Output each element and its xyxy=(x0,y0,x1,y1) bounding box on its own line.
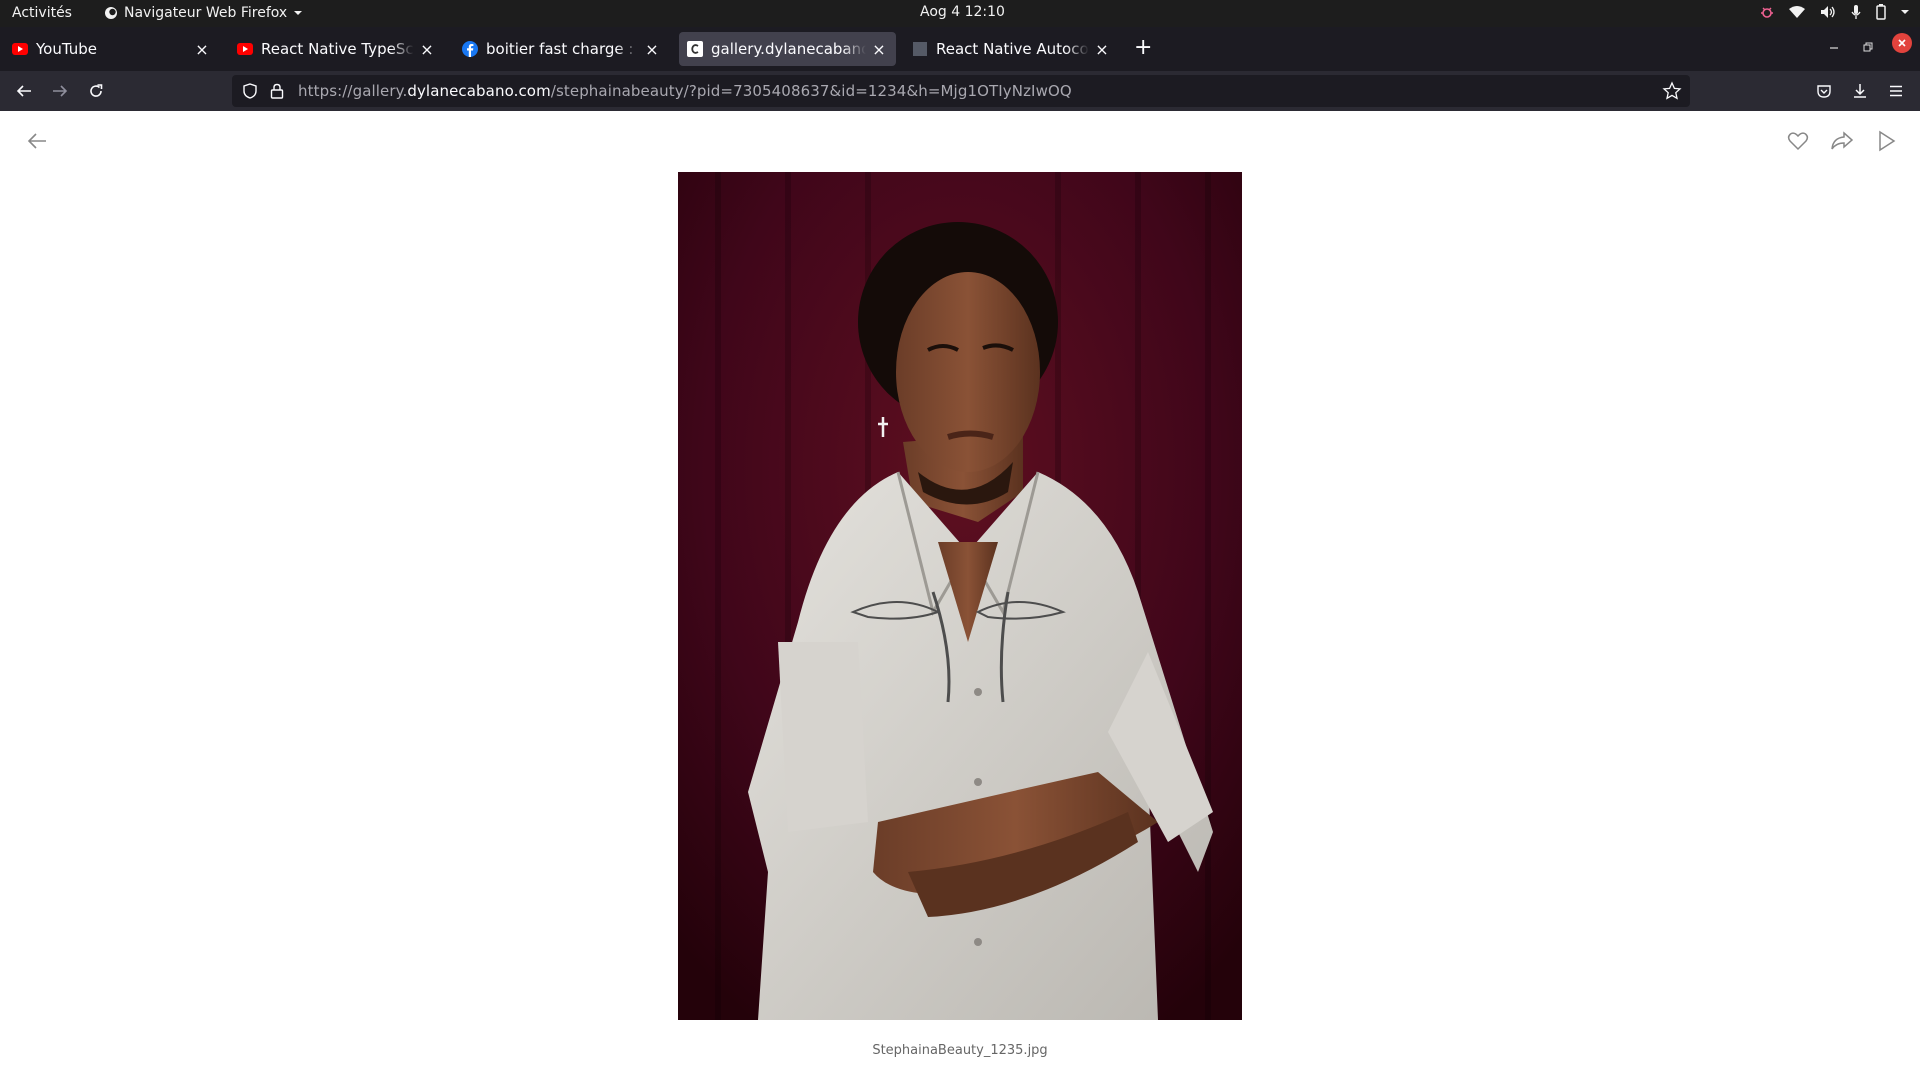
tab-react-native-typescript[interactable]: React Native TypeScript - × xyxy=(229,32,444,66)
heart-icon[interactable] xyxy=(1786,129,1810,153)
tab-title: React Native TypeScript - xyxy=(261,40,414,58)
tab-facebook[interactable]: boitier fast charge : résul × xyxy=(454,32,669,66)
volume-icon xyxy=(1821,6,1835,18)
youtube-icon xyxy=(12,41,28,57)
close-window-button[interactable] xyxy=(1892,33,1912,53)
menu-button[interactable] xyxy=(1884,79,1908,103)
gallery-page: StephainaBeauty_1235.jpg xyxy=(0,111,1920,1080)
close-icon[interactable]: × xyxy=(1093,40,1111,59)
url-path: /stephainabeauty/?pid=7305408637&id=1234… xyxy=(550,82,1072,100)
minimize-icon xyxy=(1830,47,1838,49)
arrow-left-icon xyxy=(27,133,46,149)
app-menu-label: Navigateur Web Firefox xyxy=(124,5,288,21)
download-icon xyxy=(1854,84,1866,98)
reload-icon xyxy=(90,84,103,97)
close-icon[interactable]: × xyxy=(193,40,211,59)
microphone-icon xyxy=(1851,5,1861,19)
restore-button[interactable] xyxy=(1860,39,1876,55)
gallery-back-button[interactable] xyxy=(26,130,48,156)
bookmark-star-icon[interactable] xyxy=(1662,81,1682,101)
portrait-image xyxy=(678,172,1242,1020)
photo-filename: StephainaBeauty_1235.jpg xyxy=(872,1043,1048,1058)
bug-icon xyxy=(1761,7,1773,18)
tab-gallery[interactable]: gallery.dylanecabano.com × xyxy=(679,32,896,66)
pocket-button[interactable] xyxy=(1812,79,1836,103)
system-tray[interactable] xyxy=(1760,4,1910,20)
activities-button[interactable]: Activités xyxy=(12,5,72,21)
battery-icon xyxy=(1876,4,1886,20)
lock-icon[interactable] xyxy=(270,83,284,99)
facebook-icon xyxy=(462,41,478,57)
tab-react-native-autocomplete[interactable]: React Native Autocomple × xyxy=(904,32,1119,66)
photo-actions xyxy=(1786,129,1898,153)
share-icon[interactable] xyxy=(1830,129,1854,153)
forward-button[interactable] xyxy=(48,79,72,103)
firefox-icon xyxy=(105,7,117,19)
hamburger-menu-icon xyxy=(1890,85,1902,97)
url-text[interactable]: https://gallery.dylanecabano.com/stephai… xyxy=(298,82,1072,100)
chevron-down-icon xyxy=(1901,10,1909,14)
close-icon[interactable]: × xyxy=(870,40,888,59)
restore-icon xyxy=(1863,42,1873,52)
close-icon[interactable]: × xyxy=(643,40,661,59)
tab-title: gallery.dylanecabano.com xyxy=(711,40,866,58)
gallery-photo[interactable] xyxy=(678,172,1242,1020)
new-tab-button[interactable]: + xyxy=(1134,37,1152,59)
play-slideshow-icon[interactable] xyxy=(1874,129,1898,153)
minimize-button[interactable] xyxy=(1826,39,1842,55)
page-icon xyxy=(912,41,928,57)
tab-youtube[interactable]: YouTube × xyxy=(4,32,219,66)
shield-icon[interactable] xyxy=(242,83,258,99)
close-icon xyxy=(1898,39,1906,47)
wifi-icon xyxy=(1789,6,1805,18)
tab-title: React Native Autocomple xyxy=(936,40,1089,58)
tab-title: boitier fast charge : résul xyxy=(486,40,639,58)
arrow-left-icon xyxy=(16,85,31,97)
gallery-icon xyxy=(687,41,703,57)
arrow-right-icon xyxy=(53,85,68,97)
tab-strip: YouTube × React Native TypeScript - × bo… xyxy=(0,27,1920,71)
clock[interactable]: Aog 4 12:10 xyxy=(920,4,1005,20)
url-prefix: https://gallery. xyxy=(298,82,408,100)
gnome-top-bar: Activités Navigateur Web Firefox Aog 4 1… xyxy=(0,0,1920,27)
navigation-toolbar: https://gallery.dylanecabano.com/stephai… xyxy=(0,71,1920,111)
downloads-button[interactable] xyxy=(1848,79,1872,103)
back-button[interactable] xyxy=(12,79,36,103)
tab-title: YouTube xyxy=(36,40,97,58)
app-menu[interactable]: Navigateur Web Firefox xyxy=(104,5,303,21)
url-host: dylanecabano.com xyxy=(407,82,551,100)
chevron-down-icon xyxy=(294,11,303,15)
close-icon[interactable]: × xyxy=(418,40,436,59)
pocket-icon xyxy=(1817,85,1831,98)
reload-button[interactable] xyxy=(84,79,108,103)
url-bar[interactable]: https://gallery.dylanecabano.com/stephai… xyxy=(232,75,1690,107)
youtube-icon xyxy=(237,41,253,57)
